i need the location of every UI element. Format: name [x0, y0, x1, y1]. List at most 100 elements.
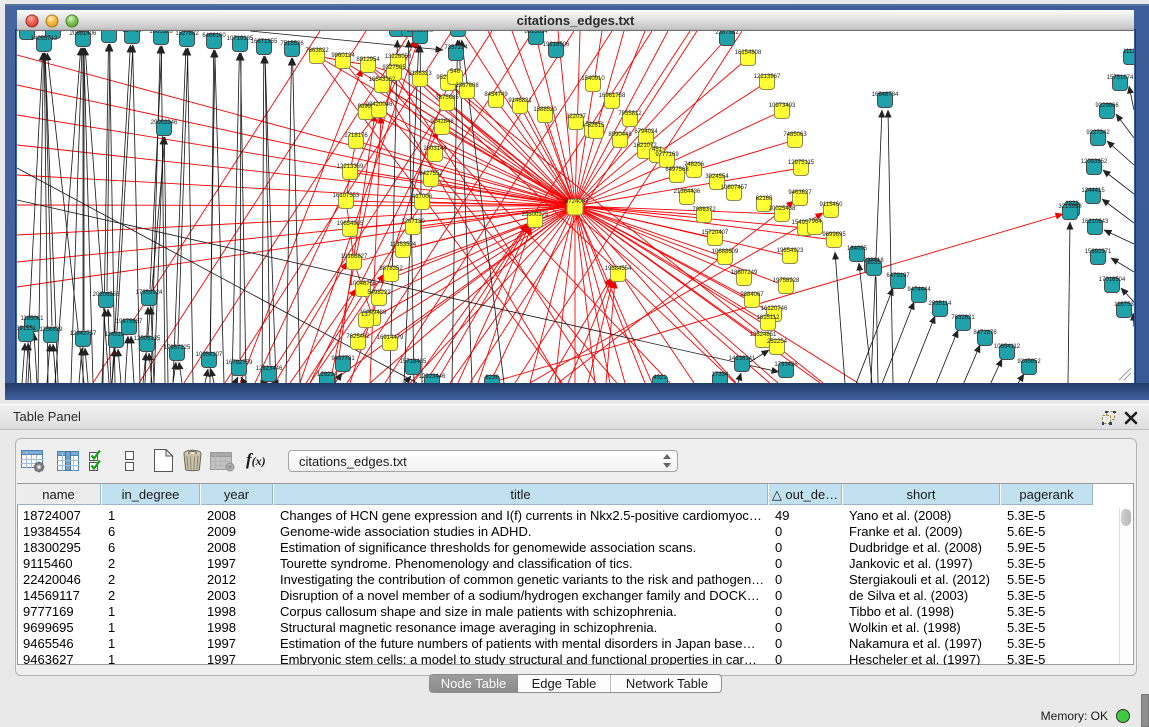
svg-text:117730: 117730 [122, 31, 142, 34]
svg-text:7955812: 7955812 [618, 111, 642, 117]
svg-text:1588520: 1588520 [533, 107, 557, 113]
svg-text:6479197: 6479197 [886, 273, 910, 279]
svg-text:16120746: 16120746 [761, 306, 788, 312]
svg-text:12213967: 12213967 [754, 74, 781, 80]
svg-text:10958107: 10958107 [196, 352, 223, 358]
svg-text:2387682: 2387682 [715, 31, 739, 36]
svg-text:1156829: 1156829 [40, 327, 64, 333]
svg-text:8427552: 8427552 [419, 171, 443, 177]
svg-text:7964: 7964 [808, 219, 822, 225]
svg-text:1065328: 1065328 [149, 31, 173, 35]
svg-text:3024554: 3024554 [705, 174, 729, 180]
svg-text:15716485: 15716485 [400, 359, 427, 365]
svg-text:9777169: 9777169 [655, 152, 679, 158]
svg-text:10866: 10866 [101, 31, 118, 33]
svg-text:62160: 62160 [756, 196, 773, 202]
svg-text:12093852: 12093852 [1081, 159, 1108, 165]
svg-text:8186323: 8186323 [408, 71, 432, 77]
svg-text:15720407: 15720407 [702, 230, 729, 236]
svg-text:6466160: 6466160 [202, 33, 226, 39]
svg-text:15751074: 15751074 [1107, 75, 1134, 81]
svg-text:16033809: 16033809 [407, 31, 434, 34]
svg-text:3875685: 3875685 [435, 95, 459, 101]
svg-text:6794024: 6794024 [634, 129, 658, 135]
svg-text:9115460: 9115460 [820, 202, 844, 208]
svg-text:8454749: 8454749 [484, 92, 508, 98]
svg-text:25300275: 25300275 [522, 212, 549, 218]
svg-text:391551: 391551 [17, 326, 37, 332]
svg-text:13226058: 13226058 [385, 54, 412, 60]
svg-text:9884067: 9884067 [740, 292, 764, 298]
svg-text:2718176: 2718176 [344, 133, 368, 139]
svg-text:1540910: 1540910 [581, 76, 605, 82]
svg-text:9960124: 9960124 [331, 53, 355, 59]
svg-text:9146821: 9146821 [508, 98, 532, 104]
svg-text:322037: 322037 [566, 114, 587, 120]
svg-text:7986372: 7986372 [692, 207, 716, 213]
svg-text:7663822: 7663822 [305, 48, 329, 54]
svg-text:10654112: 10654112 [994, 344, 1021, 350]
svg-text:17957225: 17957225 [164, 345, 191, 351]
svg-text:417006: 417006 [412, 194, 433, 200]
svg-text:21364436: 21364436 [674, 189, 701, 195]
svg-text:29053346: 29053346 [151, 120, 178, 126]
svg-text:9699695: 9699695 [822, 232, 846, 238]
svg-text:1527602: 1527602 [175, 31, 199, 37]
svg-text:12923446: 12923446 [256, 366, 283, 372]
svg-text:14136141: 14136141 [729, 356, 756, 362]
svg-text:20691406: 20691406 [70, 31, 97, 37]
svg-text:8471676: 8471676 [973, 330, 997, 336]
svg-text:12213369: 12213369 [337, 164, 364, 170]
svg-text:12923446: 12923446 [419, 374, 446, 380]
svg-text:2803144: 2803144 [423, 146, 447, 152]
svg-text:19218506: 19218506 [543, 42, 570, 48]
svg-text:164095: 164095 [847, 246, 868, 252]
svg-text:12505135: 12505135 [134, 336, 161, 342]
svg-text:16543362: 16543362 [369, 77, 396, 83]
svg-text:7515526: 7515526 [280, 41, 304, 47]
svg-text:16782759: 16782759 [226, 360, 253, 366]
svg-text:2367608: 2367608 [455, 83, 479, 89]
svg-text:10025438: 10025438 [769, 206, 796, 212]
svg-text:16961758: 16961758 [599, 93, 626, 99]
svg-text:10688609: 10688609 [712, 249, 739, 255]
svg-text:7485063: 7485063 [783, 132, 807, 138]
svg-text:16671355: 16671355 [251, 39, 278, 45]
svg-text:1733426: 1733426 [774, 362, 798, 368]
svg-text:16107553: 16107553 [333, 193, 360, 199]
svg-text:9329966: 9329966 [1095, 103, 1119, 109]
svg-text:9327505: 9327505 [382, 65, 406, 71]
svg-text:19756928: 19756928 [773, 278, 800, 284]
svg-text:11353594: 11353594 [390, 242, 417, 248]
svg-text:20206556: 20206556 [93, 292, 120, 298]
svg-text:10046756: 10046756 [350, 281, 377, 287]
svg-text:9457791: 9457791 [331, 356, 355, 362]
svg-text:7632621: 7632621 [951, 315, 975, 321]
svg-text:9227342: 9227342 [1086, 130, 1110, 136]
svg-text:16154808: 16154808 [735, 50, 762, 56]
svg-text:116753: 116753 [1114, 302, 1134, 308]
svg-text:1185061: 1185061 [21, 316, 45, 322]
svg-text:12975115: 12975115 [788, 160, 815, 166]
svg-text:546: 546 [450, 69, 461, 75]
svg-text:14055712: 14055712 [31, 36, 58, 42]
svg-text:16210643: 16210643 [1082, 219, 1109, 225]
svg-text:7357224: 7357224 [444, 45, 468, 51]
svg-text:13524851: 13524851 [750, 332, 777, 338]
svg-text:15692971: 15692971 [1085, 249, 1112, 255]
svg-text:18807249: 18807249 [731, 270, 758, 276]
svg-text:8813054: 8813054 [524, 31, 548, 35]
svg-text:16914479: 16914479 [377, 335, 404, 341]
svg-text:9242848: 9242848 [430, 119, 454, 125]
svg-text:10807457: 10807457 [721, 185, 748, 191]
svg-text:7625402: 7625402 [346, 334, 370, 340]
svg-text:19384554: 19384554 [605, 266, 632, 272]
svg-text:137: 137 [361, 312, 372, 318]
svg-text:2935114: 2935114 [929, 301, 953, 307]
svg-text:3215958: 3215958 [1058, 204, 1082, 210]
svg-text:3267130: 3267130 [401, 219, 425, 225]
svg-text:17359924: 17359924 [136, 290, 163, 296]
svg-text:9474444: 9474444 [907, 287, 931, 293]
svg-text:6497568: 6497568 [665, 167, 689, 173]
svg-text:19975887: 19975887 [116, 319, 143, 325]
